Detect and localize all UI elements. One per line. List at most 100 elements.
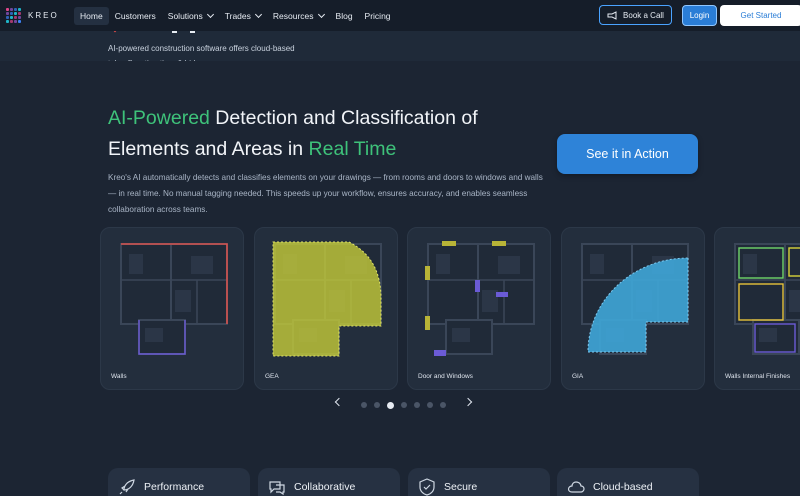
heading-accent-1: AI-Powered [108, 107, 210, 129]
logo-dot [18, 20, 21, 24]
window-highlight [425, 316, 430, 330]
carousel-card-gia[interactable]: GIA [561, 227, 705, 390]
card-drawing [734, 243, 800, 355]
nav-item-label: Blog [335, 10, 353, 21]
floor-plan [120, 243, 228, 355]
chevron-down-icon [206, 10, 214, 18]
logo-dot [18, 7, 21, 11]
nav-item-blog[interactable]: Blog [330, 7, 359, 25]
card-label: GIA [572, 373, 584, 380]
feature-carousel: Walls GEA Door and Windows GIA Walls Interna… [100, 227, 800, 391]
chevron-down-icon [254, 10, 262, 18]
logo-dot [6, 7, 9, 11]
feature-label: Collaborative [294, 481, 356, 493]
carousel-card-walls[interactable]: Walls [100, 227, 244, 390]
carousel-dot[interactable] [427, 402, 433, 408]
chat-icon [269, 481, 285, 496]
gea-area [272, 241, 382, 357]
feature-card-cloud-based[interactable]: Cloud-based [557, 468, 699, 496]
carousel-card-gea[interactable]: GEA [254, 227, 398, 390]
nav-item-solutions[interactable]: Solutions [162, 7, 219, 25]
carousel-next-arrow-icon[interactable] [463, 397, 473, 407]
nav-item-pricing[interactable]: Pricing [359, 7, 397, 25]
plan-furniture [452, 328, 470, 342]
cloud-icon [567, 481, 585, 493]
nav-item-label: Customers [114, 10, 156, 21]
nav-item-trades[interactable]: Trades [219, 7, 267, 25]
carousel-dot[interactable] [401, 402, 407, 408]
hero-heading: AI-Powered Detection and Classification … [108, 103, 528, 165]
nav-item-customers[interactable]: Customers [109, 7, 162, 25]
plan-furniture [590, 254, 604, 274]
carousel-card-door-and-windows[interactable]: Door and Windows [407, 227, 551, 390]
nav-item-label: Solutions [167, 10, 203, 21]
door-highlight [434, 350, 446, 356]
feature-card-performance[interactable]: Performance [108, 468, 250, 496]
previous-section-strip: AI-powered construction software offers … [0, 31, 800, 61]
rocket-icon [119, 479, 135, 495]
carousel-dot[interactable] [361, 402, 367, 408]
logo-dot [14, 16, 17, 19]
logo-dot [14, 11, 17, 15]
card-label: Door and Windows [418, 373, 473, 380]
carousel-dot[interactable] [387, 401, 394, 409]
shield-icon [419, 478, 435, 496]
get-started-button[interactable]: Get Started [720, 5, 800, 26]
logo-dot [10, 11, 13, 15]
card-drawing [581, 243, 689, 355]
card-label: GEA [265, 373, 279, 380]
carousel-dot[interactable] [440, 402, 446, 408]
see-it-in-action-button[interactable]: See it in Action [557, 134, 698, 174]
logo-dot [6, 16, 9, 19]
feature-card-collaborative[interactable]: Collaborative [258, 468, 400, 496]
logo-mark-icon [6, 7, 22, 24]
card-drawing [120, 243, 228, 355]
floor-plan [427, 243, 535, 355]
card-label: Walls [111, 373, 127, 380]
window-highlight [492, 241, 506, 246]
feature-card-secure[interactable]: Secure [408, 468, 550, 496]
carousel-prev-arrow-icon[interactable] [334, 397, 344, 407]
logo-text: KREO [28, 11, 59, 20]
nav-item-label: Resources [272, 10, 314, 21]
chevron-down-icon [317, 10, 325, 18]
logo-dot [18, 11, 21, 15]
feature-label: Cloud-based [593, 481, 653, 493]
kreo-logo[interactable]: KREO [6, 7, 70, 24]
plan-furniture [498, 256, 520, 274]
heading-accent-2: Real Time [308, 138, 397, 160]
plan-furniture [175, 290, 191, 312]
logo-dot [14, 20, 17, 24]
feature-label: Secure [444, 481, 478, 493]
nav-item-label: Home [80, 10, 103, 21]
card-label: Walls Internal Finishes [725, 373, 791, 380]
plan-furniture [789, 290, 800, 312]
nav-item-resources[interactable]: Resources [267, 7, 330, 25]
nav-item-home[interactable]: Home [74, 6, 109, 25]
nav-links: Home Customers Solutions Trades Resources Blo… [74, 6, 397, 25]
decorative-shapes [113, 31, 195, 33]
plan-furniture [145, 328, 163, 342]
door-highlight [496, 292, 508, 297]
logo-dot [10, 7, 13, 11]
plan-furniture [759, 328, 777, 342]
carousel-card-walls-internal-finishes[interactable]: Walls Internal Finishes [714, 227, 800, 390]
logo-dot [18, 16, 21, 19]
nav-item-label: Pricing [364, 10, 391, 21]
book-a-call-button[interactable]: Book a Call [599, 5, 672, 25]
carousel-dot[interactable] [374, 402, 380, 408]
door-highlight [475, 280, 480, 292]
plan-furniture [482, 290, 498, 312]
hero-description: Kreo's AI automatically detects and clas… [108, 173, 543, 214]
window-highlight [425, 266, 430, 280]
card-drawing [425, 241, 535, 356]
carousel-dot[interactable] [414, 402, 420, 408]
login-button[interactable]: Login [682, 5, 717, 26]
plan-furniture [191, 256, 213, 274]
card-drawing [272, 241, 382, 357]
floor-plan [734, 243, 800, 355]
carousel-dots [361, 401, 446, 409]
window-highlight [442, 241, 456, 246]
feature-label: Performance [144, 481, 205, 493]
strip-text: AI-powered construction software offers … [108, 44, 295, 61]
